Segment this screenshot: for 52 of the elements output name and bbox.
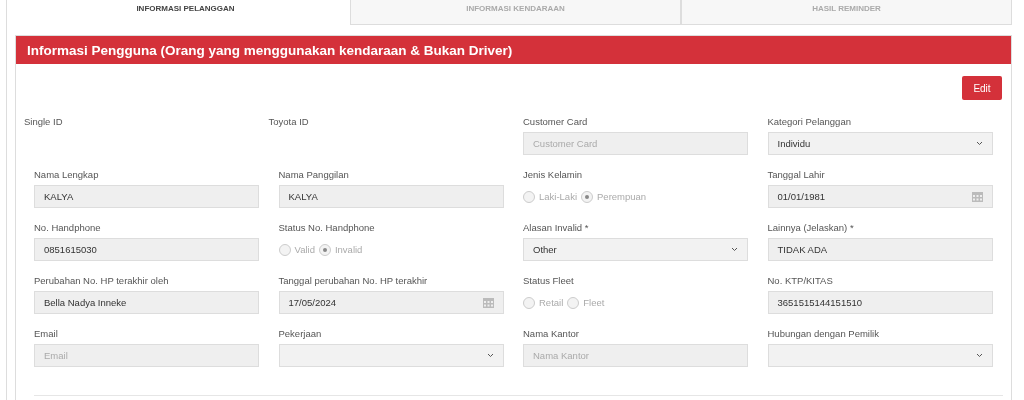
radio-label: Fleet bbox=[583, 297, 605, 308]
text-field[interactable]: TIDAK ADA bbox=[767, 238, 993, 261]
chevron-down-icon bbox=[486, 353, 494, 358]
radio-button[interactable] bbox=[523, 190, 535, 203]
calendar-icon bbox=[482, 297, 494, 308]
field-label: Nama Kantor bbox=[523, 328, 580, 339]
field-label: Pekerjaan bbox=[278, 328, 323, 339]
text-field[interactable]: KALYA bbox=[34, 185, 259, 208]
calendar-icon bbox=[971, 191, 983, 202]
chevron-down-icon bbox=[731, 247, 738, 252]
text-field[interactable]: KALYA bbox=[278, 185, 504, 208]
panel-title: Informasi Pengguna (Orang yang menggunakan kendaraan & Bukan Driver) bbox=[16, 36, 1011, 64]
date-field[interactable]: 17/05/2024 bbox=[278, 291, 504, 314]
chevron-down-icon bbox=[975, 353, 983, 358]
select-field[interactable]: Individu bbox=[767, 132, 993, 155]
select-field[interactable]: Other bbox=[523, 238, 748, 261]
radio-label: Perempuan bbox=[597, 191, 647, 202]
radio-label: Laki-Laki bbox=[539, 191, 578, 202]
radio-button[interactable] bbox=[278, 243, 291, 256]
field-label: Perubahan No. HP terakhir oleh bbox=[34, 275, 170, 286]
field-label: Nama Lengkap bbox=[34, 169, 100, 180]
radio-button[interactable] bbox=[318, 243, 331, 256]
field-label: Status Fleet bbox=[523, 275, 575, 286]
radio-label: Invalid bbox=[334, 244, 363, 255]
field-label: No. KTP/KITAS bbox=[767, 275, 834, 286]
edit-button[interactable]: Edit bbox=[962, 76, 1002, 100]
radio-button[interactable] bbox=[567, 296, 580, 309]
radio-label: Valid bbox=[294, 244, 315, 255]
field-label: Jenis Kelamin bbox=[523, 169, 584, 180]
field-label: Customer Card bbox=[523, 116, 589, 127]
field-label: Single ID bbox=[24, 116, 64, 127]
radio-button[interactable] bbox=[523, 296, 535, 309]
field-label: Alasan Invalid * bbox=[523, 222, 590, 233]
text-field[interactable]: 0851615030 bbox=[34, 238, 259, 261]
field-label: Nama Panggilan bbox=[278, 169, 350, 180]
field-label: Tanggal Lahir bbox=[767, 169, 826, 180]
text-field[interactable]: 3651515144151510 bbox=[767, 291, 993, 314]
field-label: No. Handphone bbox=[34, 222, 102, 233]
field-label: Lainnya (Jelaskan) * bbox=[767, 222, 855, 233]
date-field[interactable]: 01/01/1981 bbox=[767, 185, 993, 208]
field-label: Tanggal perubahan No. HP terakhir bbox=[278, 275, 429, 286]
radio-label: Retail bbox=[539, 297, 564, 308]
select-field[interactable] bbox=[767, 344, 993, 367]
field-label: Toyota ID bbox=[268, 116, 310, 127]
select-field[interactable] bbox=[278, 344, 504, 367]
chevron-down-icon bbox=[975, 141, 983, 146]
field-label: Kategori Pelanggan bbox=[767, 116, 852, 127]
radio-button[interactable] bbox=[581, 190, 594, 203]
field-label: Status No. Handphone bbox=[278, 222, 376, 233]
text-field[interactable]: Bella Nadya Inneke bbox=[34, 291, 259, 314]
field-label: Hubungan dengan Pemilik bbox=[767, 328, 880, 339]
field-label: Email bbox=[34, 328, 59, 339]
